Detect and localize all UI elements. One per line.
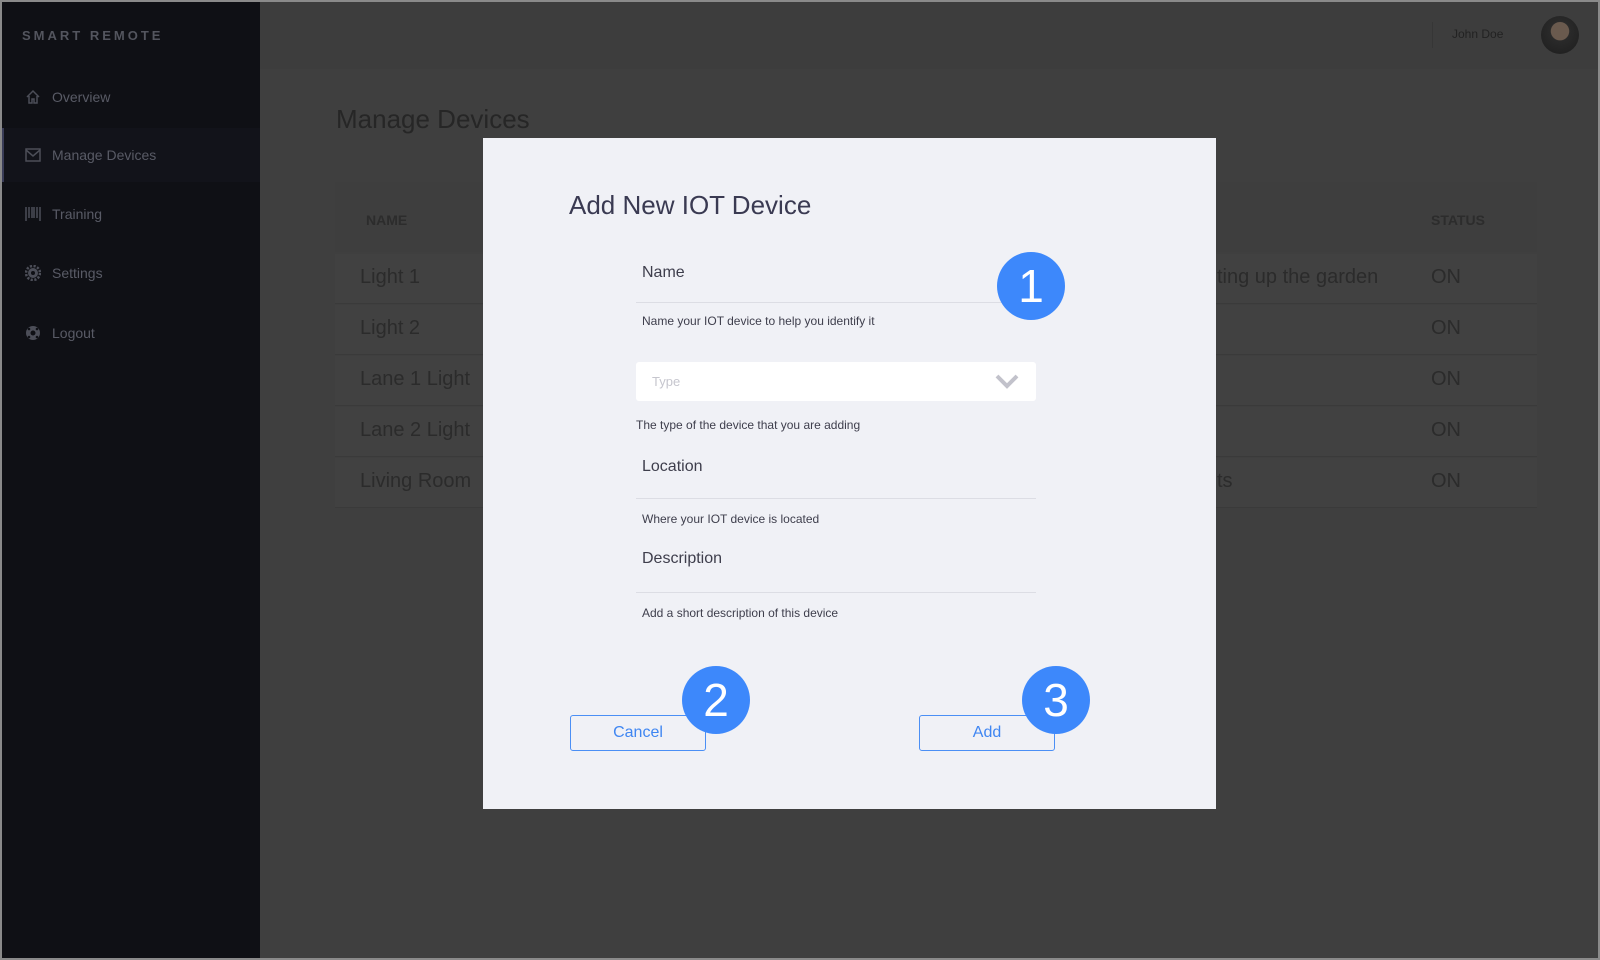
device-status: ON: [1431, 470, 1461, 492]
barcode-icon: [24, 205, 42, 223]
sidebar-item-training[interactable]: Training: [0, 187, 260, 241]
description-underline: [636, 592, 1036, 593]
cancel-button[interactable]: Cancel: [570, 715, 706, 751]
sidebar-item-label: Training: [52, 206, 103, 222]
location-field[interactable]: Location Where your IOT device is locate…: [636, 458, 1036, 528]
sidebar-item-settings[interactable]: Settings: [0, 246, 260, 300]
name-field[interactable]: Name Name your IOT device to help you id…: [636, 264, 1036, 334]
description-field[interactable]: Description Add a short description of t…: [636, 550, 1036, 620]
description-help-text: Add a short description of this device: [642, 606, 839, 620]
device-name: Light 1: [360, 266, 421, 288]
lifebuoy-icon: [24, 324, 42, 342]
device-description: ts: [1217, 470, 1233, 492]
brand-logo: SMART REMOTE: [22, 28, 164, 43]
header-divider: [1432, 22, 1433, 48]
avatar[interactable]: [1541, 16, 1579, 54]
device-description: ting up the garden: [1217, 266, 1379, 288]
type-help-text: The type of the device that you are addi…: [636, 418, 861, 432]
device-status: ON: [1431, 317, 1461, 339]
location-underline: [636, 498, 1036, 499]
name-underline: [636, 302, 1036, 303]
page-title: Manage Devices: [336, 104, 530, 134]
device-name: Lane 2 Light: [360, 419, 471, 441]
device-status: ON: [1431, 419, 1461, 441]
sidebar-item-overview[interactable]: Overview: [0, 70, 260, 124]
user-name[interactable]: John Doe: [1452, 27, 1503, 41]
mail-icon: [24, 146, 42, 164]
sidebar-item-label: Logout: [52, 325, 95, 341]
device-status: ON: [1431, 266, 1461, 288]
description-input-placeholder[interactable]: Description: [642, 550, 722, 568]
modal-title: Add New IOT Device: [569, 190, 812, 220]
location-help-text: Where your IOT device is located: [642, 512, 820, 526]
sidebar-item-label: Overview: [52, 89, 111, 105]
device-name: Living Room: [360, 470, 472, 492]
device-name: Lane 1 Light: [360, 368, 471, 390]
annotation-badge-1: 1: [997, 252, 1065, 320]
sidebar-item-logout[interactable]: Logout: [0, 306, 260, 360]
chevron-down-icon: [994, 372, 1020, 395]
type-placeholder: Type: [652, 374, 681, 389]
add-device-modal: Add New IOT Device Name Name your IOT de…: [483, 138, 1216, 809]
device-name: Light 2: [360, 317, 421, 339]
annotation-badge-3: 3: [1022, 666, 1090, 734]
location-input-placeholder[interactable]: Location: [642, 458, 703, 476]
column-header-name[interactable]: NAME: [366, 212, 407, 228]
home-icon: [24, 88, 42, 106]
annotation-badge-2: 2: [682, 666, 750, 734]
sidebar-item-label: Settings: [52, 265, 103, 281]
top-header: [260, 0, 1600, 69]
device-status: ON: [1431, 368, 1461, 390]
name-help-text: Name your IOT device to help you identif…: [642, 314, 875, 328]
name-input-placeholder[interactable]: Name: [642, 264, 685, 282]
gear-icon: [24, 264, 42, 282]
type-select[interactable]: Type: [636, 362, 1036, 401]
column-header-status[interactable]: STATUS: [1431, 212, 1485, 228]
sidebar-item-manage-devices[interactable]: Manage Devices: [0, 128, 260, 182]
sidebar-item-label: Manage Devices: [52, 147, 157, 163]
sidebar: SMART REMOTE Overview Manage Devices Tra…: [0, 0, 260, 960]
